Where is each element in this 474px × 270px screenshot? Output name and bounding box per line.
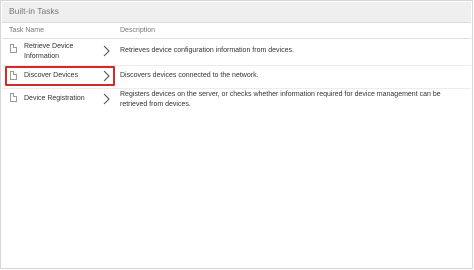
task-description: Registers devices on the server, or chec… — [120, 91, 441, 108]
task-name: Discover Devices — [24, 72, 79, 79]
document-icon — [10, 71, 17, 80]
chevron-right-icon[interactable] — [101, 44, 111, 58]
task-row-retrieve-device-information[interactable]: Retrieve Device Information Retrieves de… — [2, 39, 471, 66]
task-name: Device Registration — [24, 95, 85, 102]
chevron-right-icon[interactable] — [101, 92, 111, 106]
panel-header: Built-in Tasks — [2, 2, 471, 23]
document-icon — [10, 93, 17, 102]
task-name: Retrieve Device Information — [24, 43, 74, 60]
chevron-right-icon[interactable] — [101, 69, 111, 83]
built-in-tasks-panel: Built-in Tasks Task Name Description Ret… — [0, 0, 473, 269]
task-row-device-registration[interactable]: Device Registration Registers devices on… — [2, 89, 471, 109]
document-icon — [10, 44, 17, 53]
task-row-discover-devices[interactable]: Discover Devices Discovers devices conne… — [2, 66, 471, 89]
task-description: Discovers devices connected to the netwo… — [120, 72, 259, 79]
panel-title: Built-in Tasks — [9, 6, 59, 16]
column-header-task-name: Task Name — [9, 27, 45, 34]
table-header: Task Name Description — [2, 27, 471, 38]
task-description: Retrieves device configuration informati… — [120, 47, 294, 54]
column-header-description: Description — [120, 27, 156, 34]
